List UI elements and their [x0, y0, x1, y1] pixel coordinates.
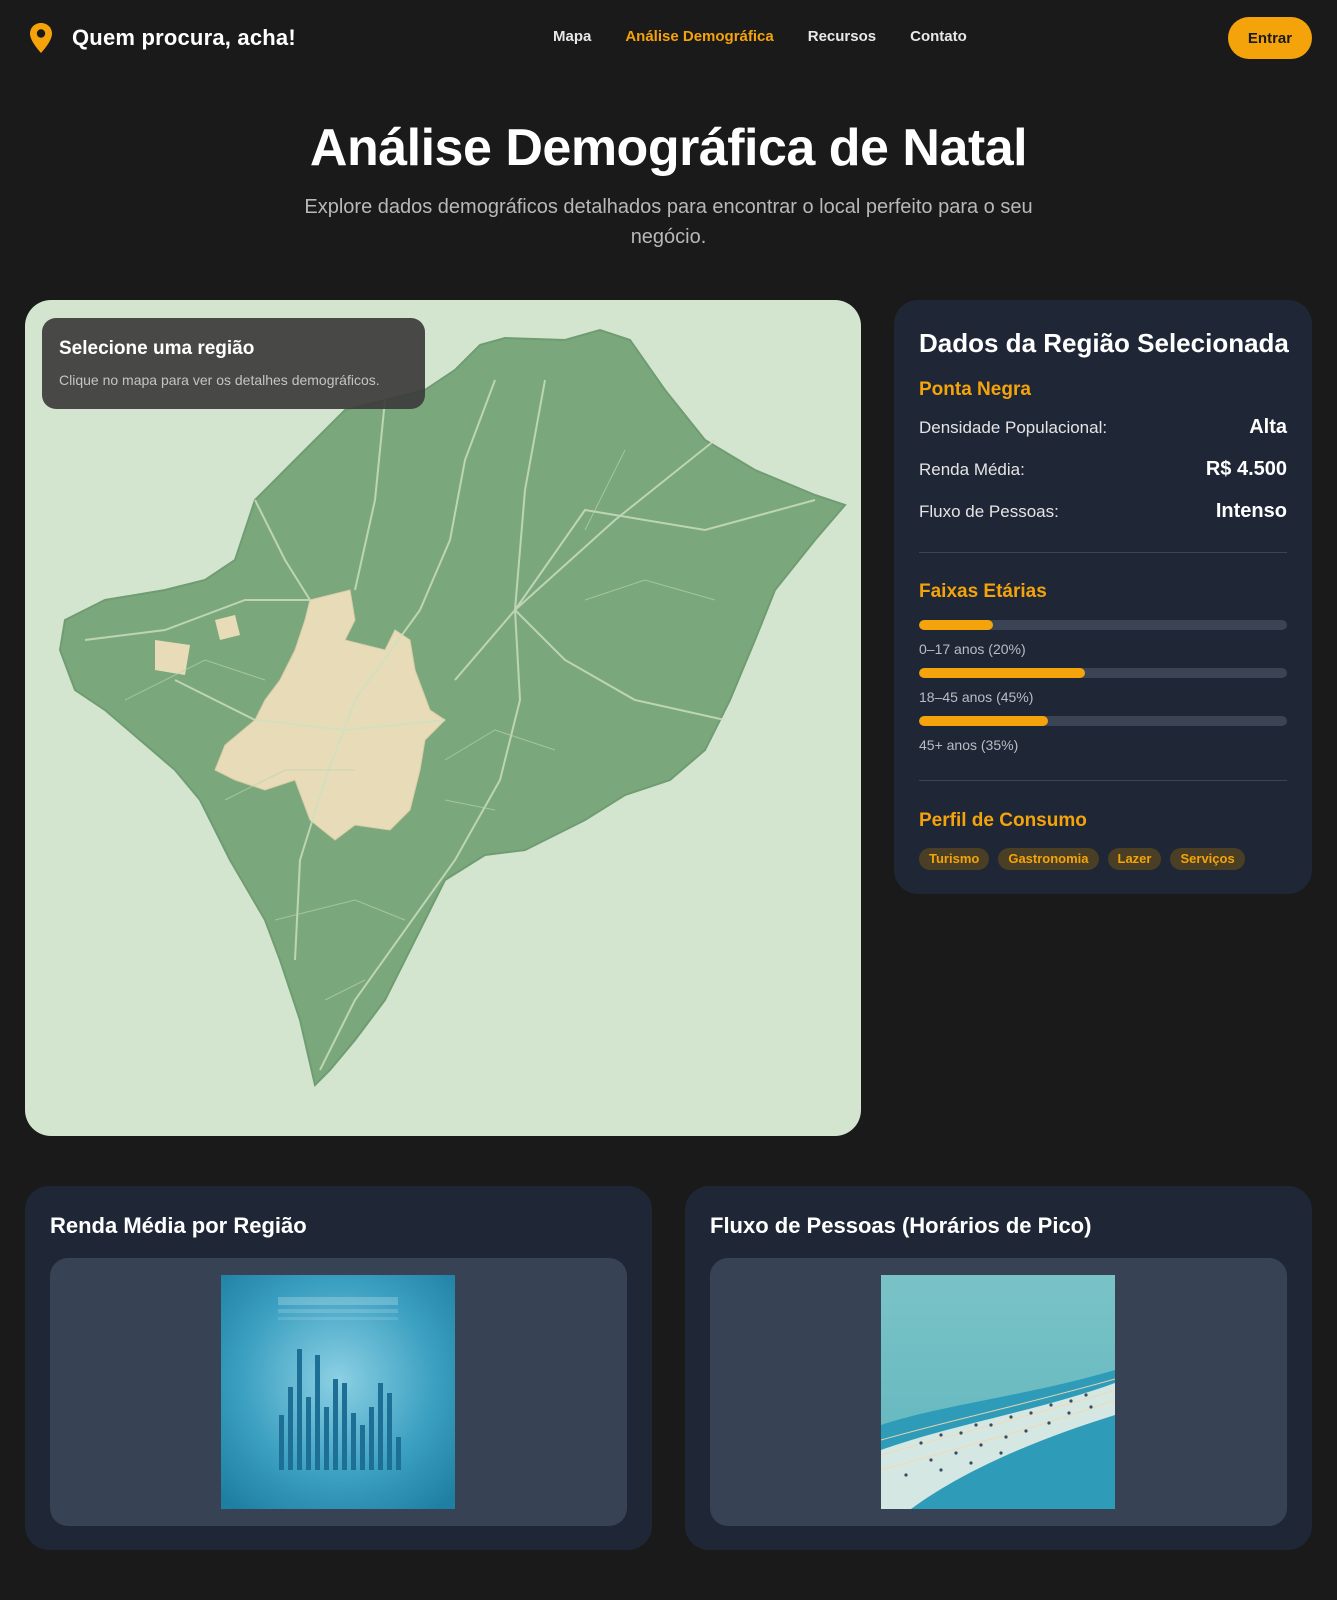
age-bar-track: [919, 668, 1287, 678]
age-bar-label: 45+ anos (35%): [919, 737, 1019, 753]
income-chart-title: Renda Média por Região: [50, 1213, 307, 1238]
nav-item-recursos[interactable]: Recursos: [808, 28, 876, 45]
natal-map-graphic[interactable]: [25, 300, 861, 1136]
age-bar-fill: [919, 668, 1085, 678]
tag-servicos: Serviços: [1170, 848, 1245, 870]
tag-gastronomia: Gastronomia: [998, 848, 1099, 870]
stat-value: Alta: [1249, 416, 1287, 438]
consumption-tags: Turismo Gastronomia Lazer Serviços: [919, 848, 1254, 870]
age-bar-fill: [919, 716, 1048, 726]
interactive-map[interactable]: [25, 300, 861, 1136]
flow-chart-title: Fluxo de Pessoas (Horários de Pico): [710, 1213, 1092, 1238]
income-chart-container: [50, 1258, 627, 1526]
nav-item-mapa[interactable]: Mapa: [553, 28, 591, 45]
stat-value: R$ 4.500: [1205, 458, 1287, 480]
tag-turismo: Turismo: [919, 848, 990, 870]
region-name: Ponta Negra: [919, 379, 1031, 400]
age-bar-track: [919, 620, 1287, 630]
flow-chart-container: [710, 1258, 1287, 1526]
divider: [919, 552, 1287, 553]
map-land-area: [58, 328, 847, 1087]
stat-label: Renda Média:: [919, 459, 1025, 479]
brand-name: Quem procura, acha!: [72, 25, 296, 50]
age-bar-label: 18–45 anos (45%): [919, 689, 1034, 705]
login-button[interactable]: Entrar: [1228, 17, 1312, 59]
top-nav-bar: Quem procura, acha! Mapa Análise Demográ…: [0, 0, 1337, 78]
stat-row-income: Renda Média: R$ 4.500: [919, 458, 1287, 481]
income-chart-card: Renda Média por Região: [25, 1186, 652, 1550]
tag-lazer: Lazer: [1107, 848, 1162, 870]
consumption-title: Perfil de Consumo: [919, 810, 1087, 831]
divider: [919, 780, 1287, 781]
stat-row-flow: Fluxo de Pessoas: Intenso: [919, 500, 1287, 523]
page-title: Análise Demográfica de Natal: [309, 119, 1028, 177]
income-chart-image: [221, 1275, 455, 1509]
region-data-panel: Dados da Região Selecionada Ponta Negra …: [894, 300, 1312, 894]
age-bar-fill: [919, 620, 993, 630]
age-groups-title: Faixas Etárias: [919, 581, 1047, 602]
map-instruction-panel: Selecione uma região Clique no mapa para…: [42, 318, 425, 409]
stat-value: Intenso: [1215, 500, 1287, 522]
map-pin-icon: [30, 23, 52, 53]
age-bar-label: 0–17 anos (20%): [919, 641, 1026, 657]
stat-label: Densidade Populacional:: [919, 417, 1108, 437]
page-subtitle: Explore dados demográficos detalhados pa…: [304, 196, 1033, 248]
stat-label: Fluxo de Pessoas:: [919, 501, 1059, 521]
age-bar-track: [919, 716, 1287, 726]
map-instruction-text: Clique no mapa para ver os detalhes demo…: [59, 372, 380, 388]
region-panel-title: Dados da Região Selecionada: [919, 328, 1289, 358]
main-nav: Mapa Análise Demográfica Recursos Contat…: [553, 28, 1001, 45]
brand[interactable]: Quem procura, acha!: [28, 22, 296, 54]
stat-row-density: Densidade Populacional: Alta: [919, 416, 1287, 439]
flow-chart-card: Fluxo de Pessoas (Horários de Pico): [685, 1186, 1312, 1550]
nav-item-contato[interactable]: Contato: [910, 28, 967, 45]
map-instruction-title: Selecione uma região: [59, 338, 255, 359]
nav-item-analise-demografica[interactable]: Análise Demográfica: [625, 28, 773, 45]
flow-chart-image: [881, 1275, 1115, 1509]
